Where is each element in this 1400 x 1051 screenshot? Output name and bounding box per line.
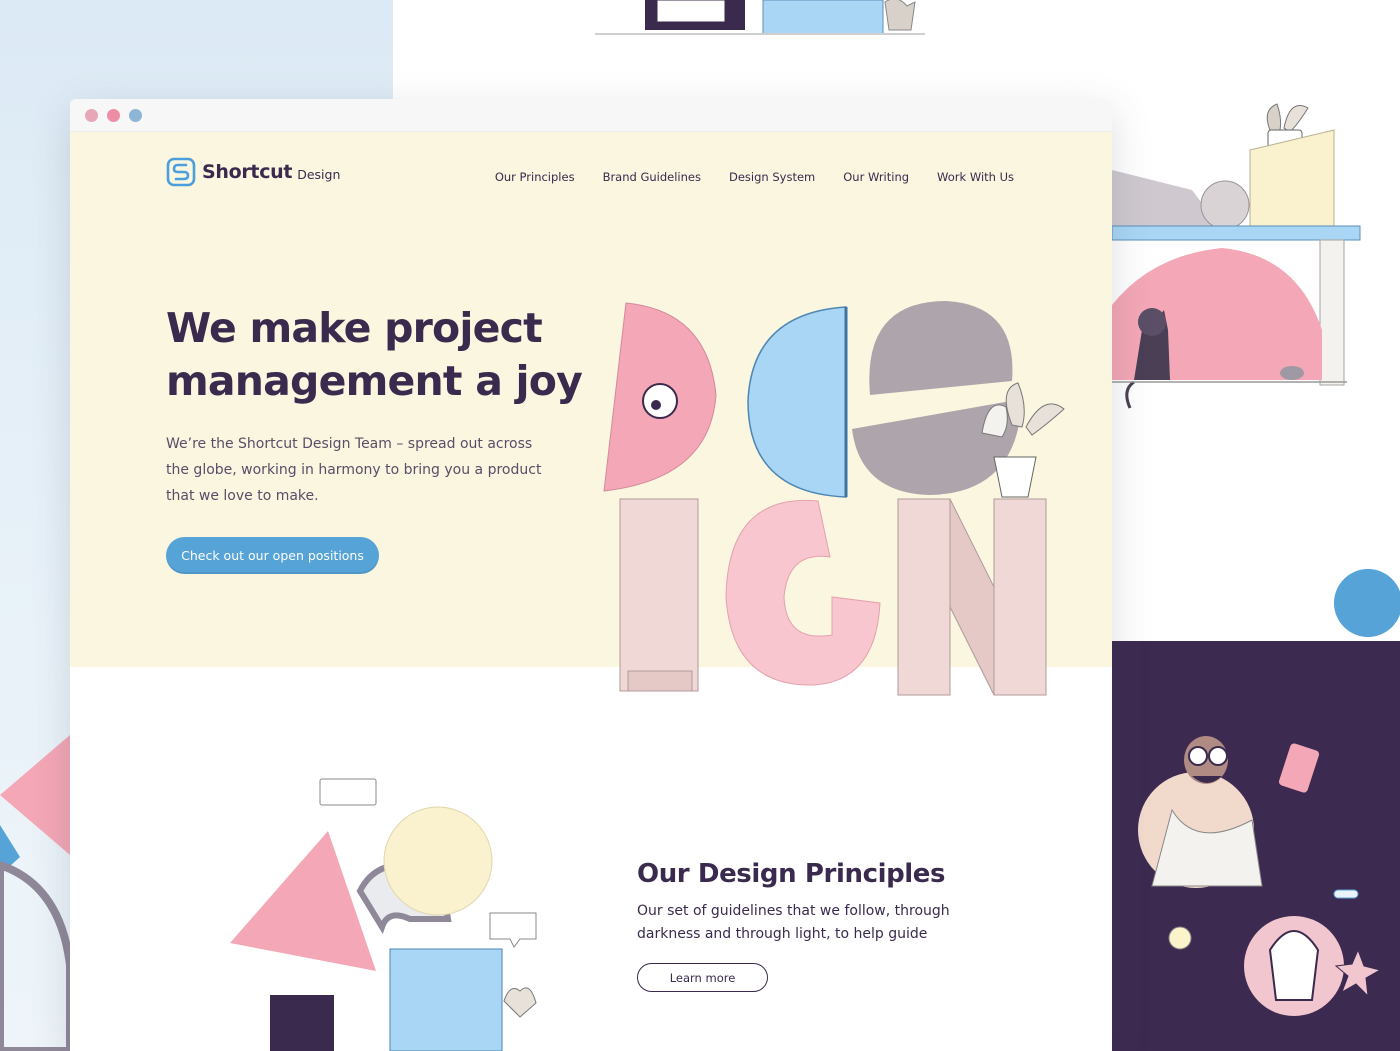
window-chrome [70, 99, 1112, 132]
principles-title: Our Design Principles [637, 859, 946, 889]
shapes-illustration [230, 778, 537, 1051]
browser-window: Shortcut Design Our Principles Brand Gui… [70, 99, 1112, 1051]
nav-item-work-with-us[interactable]: Work With Us [937, 170, 1014, 184]
window-maximize-button[interactable] [129, 109, 142, 122]
brand-logo[interactable]: Shortcut Design [166, 156, 340, 188]
shortcut-s-logo-icon [166, 157, 196, 187]
nav-item-design-system[interactable]: Design System [729, 170, 815, 184]
window-minimize-button[interactable] [107, 109, 120, 122]
hero-title-line-1: We make project [166, 304, 543, 352]
main-nav: Our Principles Brand Guidelines Design S… [495, 170, 1014, 184]
backdrop-blue-circle [1334, 569, 1400, 637]
backdrop-top-illustration [595, 0, 925, 35]
nav-item-our-principles[interactable]: Our Principles [495, 170, 575, 184]
nav-item-our-writing[interactable]: Our Writing [843, 170, 909, 184]
hero-description: We’re the Shortcut Design Team – spread … [166, 436, 542, 504]
window-close-button[interactable] [85, 109, 98, 122]
backdrop-cat-shelf-illustration [1112, 103, 1361, 409]
brand-name: Shortcut [202, 161, 293, 183]
learn-more-button[interactable]: Learn more [637, 963, 768, 992]
hero-title: We make project management a joy [166, 302, 586, 408]
hero-title-line-2: management a joy [166, 357, 583, 405]
design-letters-illustration [603, 301, 1065, 696]
backdrop-plum-panel [1112, 641, 1400, 1051]
brand-suffix: Design [297, 166, 341, 182]
nav-item-brand-guidelines[interactable]: Brand Guidelines [603, 170, 701, 184]
principles-description: Our set of guidelines that we follow, th… [637, 903, 950, 942]
open-positions-button[interactable]: Check out our open positions [166, 537, 379, 574]
